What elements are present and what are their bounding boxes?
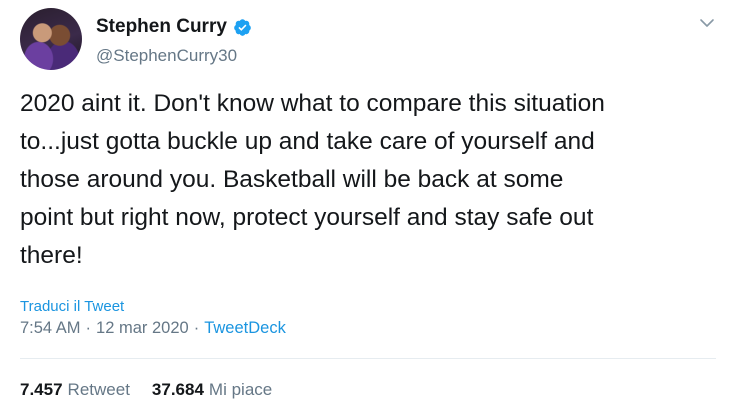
tweet-time[interactable]: 7:54 AM (20, 319, 81, 338)
tweet-text-line: those around you. Basketball will be bac… (20, 166, 564, 193)
divider (20, 358, 716, 359)
tweet-source-link[interactable]: TweetDeck (204, 319, 286, 338)
chevron-down-icon[interactable] (698, 14, 716, 32)
retweets-count: 7.457 (20, 380, 63, 399)
retweets-label: Retweet (67, 380, 130, 399)
author-display-name[interactable]: Stephen Curry (96, 16, 227, 38)
tweet-text-line: point but right now, protect yourself an… (20, 204, 594, 231)
tweet-text: 2020 aint it. Don't know what to compare… (20, 85, 720, 275)
likes-count: 37.684 (151, 380, 204, 399)
likes-stat[interactable]: 37.684 Mi piace (152, 380, 272, 400)
meta-separator: · (193, 319, 200, 337)
author-handle[interactable]: @StephenCurry30 (96, 46, 237, 66)
tweet-text-line: 2020 aint it. Don't know what to compare… (20, 90, 605, 117)
verified-badge-icon (233, 18, 252, 37)
engagement-stats: 7.457 Retweet 37.684 Mi piace (20, 380, 272, 400)
retweets-stat[interactable]: 7.457 Retweet (20, 380, 130, 400)
likes-label: Mi piace (208, 380, 273, 399)
author-name-row: Stephen Curry (96, 16, 252, 38)
avatar[interactable] (20, 8, 82, 70)
tweet-date[interactable]: 12 mar 2020 (96, 319, 189, 338)
tweet-text-line: there! (20, 242, 83, 269)
tweet-card: Stephen Curry @StephenCurry30 2020 aint … (0, 0, 736, 414)
meta-separator: · (85, 319, 92, 337)
translate-tweet-link[interactable]: Traduci il Tweet (20, 298, 124, 315)
tweet-text-line: to...just gotta buckle up and take care … (20, 128, 595, 155)
tweet-metadata: 7:54 AM · 12 mar 2020 · TweetDeck (20, 319, 286, 338)
